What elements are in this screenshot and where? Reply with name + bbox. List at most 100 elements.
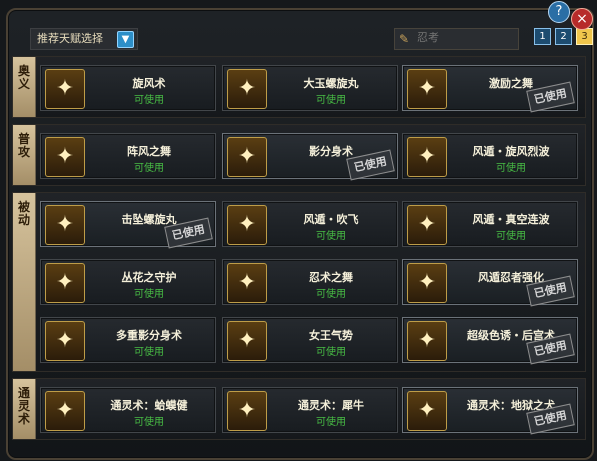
dancer-icon: ✦: [407, 69, 447, 109]
icon-glyph: ✦: [237, 144, 257, 169]
talent-card[interactable]: ✦ 通灵术：犀牛 可使用: [222, 387, 398, 433]
icon-glyph: ✦: [417, 398, 437, 423]
talent-card[interactable]: ✦ 风遁・吹飞可使用: [222, 201, 398, 247]
icon-glyph: ✦: [417, 328, 437, 353]
icon-glyph: ✦: [55, 328, 75, 353]
talent-card[interactable]: ✦ 激励之舞 已使用: [402, 65, 578, 113]
icon-glyph: ✦: [417, 144, 437, 169]
close-icon[interactable]: ×: [571, 8, 593, 30]
icon-glyph: ✦: [237, 398, 257, 423]
brush-icon: ✎: [399, 32, 410, 46]
icon-glyph: ✦: [55, 212, 75, 237]
talent-name: 通灵术：犀牛: [298, 399, 364, 412]
talent-section: 通灵术 ✦ 通灵术：蛤蟆健 可使用 ✦ 通灵术：犀牛 可使用 ✦ 通灵术：地狱之犬 已使用: [12, 378, 586, 440]
wind-rune-icon: ✦: [407, 263, 447, 303]
talent-status: 可使用: [316, 347, 346, 358]
cat-guardian-icon: ✦: [45, 263, 85, 303]
talent-name: 丛花之守护: [121, 271, 177, 284]
talent-card[interactable]: ✦ 忍术之舞可使用: [222, 259, 398, 305]
talent-name: 风遁・吹飞: [303, 213, 359, 226]
slash-icon: ✦: [407, 137, 447, 177]
icon-glyph: ✦: [55, 398, 75, 423]
icon-glyph: ✦: [417, 270, 437, 295]
talent-card[interactable]: ✦ 丛花之守护可使用: [40, 259, 216, 305]
section-label: 被动: [13, 193, 36, 371]
talent-card[interactable]: ✦ 多重影分身术 可使用: [40, 317, 216, 363]
talent-card[interactable]: ✦ 通灵术：蛤蟆健 可使用: [40, 387, 216, 433]
icon-glyph: ✦: [55, 270, 75, 295]
chevron-down-icon[interactable]: ▼: [117, 31, 134, 48]
talent-name: 多重影分身术: [116, 329, 182, 342]
talent-section: 被动 ✦ 击坠螺旋丸 已使用 ✦ 风遁・吹飞 可使用 ✦ 风遁・真空连波 可使用 ✦ 丛花之守护 可使用…: [12, 192, 586, 372]
top-toolbar: 推荐天赋选择 ▼ ✎ 1 2 3: [20, 20, 593, 50]
talent-card[interactable]: ✦ 风遁忍者强化 已使用: [402, 259, 578, 307]
talent-status: 可使用: [134, 95, 164, 106]
talent-status: 可使用: [134, 417, 164, 428]
talent-status: 可使用: [134, 289, 164, 300]
talent-card[interactable]: ✦ 旋风术可使用: [40, 65, 216, 111]
talent-card[interactable]: ✦ 击坠螺旋丸 已使用: [40, 201, 216, 249]
scroll-icon: ✦: [227, 263, 267, 303]
talent-card[interactable]: ✦ 风遁・旋风烈波 可使用: [402, 133, 578, 179]
clones-icon: ✦: [227, 137, 267, 177]
talent-status: 可使用: [316, 95, 346, 106]
icon-glyph: ✦: [55, 144, 75, 169]
dropdown-label: 推荐天赋选择: [37, 32, 103, 45]
page-button-1[interactable]: 1: [534, 28, 551, 45]
icon-glyph: ✦: [417, 212, 437, 237]
talent-name: 通灵术：蛤蟆健: [110, 399, 188, 412]
talent-name: 忍术之舞: [309, 271, 353, 284]
talent-status: 可使用: [134, 347, 164, 358]
section-label-text: 通灵术: [17, 386, 30, 426]
talent-card[interactable]: ✦ 超级色诱・后宫术 已使用: [402, 317, 578, 365]
harem-icon: ✦: [407, 321, 447, 361]
section-label: 通灵术: [13, 379, 36, 439]
page-button-2[interactable]: 2: [555, 28, 572, 45]
section-label: 奥义: [13, 57, 36, 117]
talent-section: 奥义 ✦ 旋风术可使用 ✦ 大玉螺旋丸可使用 ✦ 激励之舞 已使用: [12, 56, 586, 118]
icon-glyph: ✦: [417, 76, 437, 101]
talent-card[interactable]: ✦ 通灵术：地狱之犬 已使用: [402, 387, 578, 435]
talent-status: 可使用: [316, 417, 346, 428]
talent-status: 可使用: [316, 289, 346, 300]
icon-glyph: ✦: [237, 270, 257, 295]
wave-icon: ✦: [407, 205, 447, 245]
talent-name: 大玉螺旋丸: [303, 77, 359, 90]
icon-glyph: ✦: [237, 76, 257, 101]
talent-name: 风遁・旋风烈波: [472, 145, 550, 158]
talent-card[interactable]: ✦ 风遁・真空连波 可使用: [402, 201, 578, 247]
wind-swirl-icon: ✦: [45, 137, 85, 177]
section-label-text: 普攻: [17, 132, 30, 159]
hellhound-icon: ✦: [407, 391, 447, 431]
section-label-text: 被动: [17, 200, 30, 227]
glowing-orb-icon: ✦: [45, 205, 85, 245]
talent-name: 风遁・真空连波: [472, 213, 550, 226]
crowd-clone-icon: ✦: [45, 321, 85, 361]
talent-section: 普攻 ✦ 阵风之舞 可使用 ✦ 影分身术 已使用 ✦ 风遁・旋风烈波 可使用: [12, 124, 586, 186]
tornado-icon: ✦: [45, 69, 85, 109]
talent-status: 可使用: [496, 163, 526, 174]
page-button-3[interactable]: 3: [576, 28, 593, 45]
help-icon[interactable]: ?: [548, 1, 570, 23]
icon-glyph: ✦: [237, 328, 257, 353]
talent-card[interactable]: ✦ 大玉螺旋丸可使用: [222, 65, 398, 111]
rhino-icon: ✦: [227, 391, 267, 431]
talent-search-box[interactable]: ✎: [394, 28, 519, 50]
talent-card[interactable]: ✦ 女王气势 可使用: [222, 317, 398, 363]
queen-icon: ✦: [227, 321, 267, 361]
talent-name: 旋风术: [132, 77, 166, 90]
recommended-talent-dropdown[interactable]: 推荐天赋选择 ▼: [30, 28, 138, 50]
talent-name: 阵风之舞: [127, 145, 171, 158]
vortex-icon: ✦: [227, 69, 267, 109]
talent-status: 可使用: [134, 163, 164, 174]
talent-card[interactable]: ✦ 阵风之舞可使用: [40, 133, 216, 179]
talent-status: 可使用: [316, 231, 346, 242]
toad-icon: ✦: [45, 391, 85, 431]
section-label: 普攻: [13, 125, 36, 185]
talent-search-input[interactable]: [417, 30, 513, 46]
icon-glyph: ✦: [55, 76, 75, 101]
fan-icon: ✦: [227, 205, 267, 245]
icon-glyph: ✦: [237, 212, 257, 237]
section-label-text: 奥义: [17, 64, 30, 91]
talent-card[interactable]: ✦ 影分身术 已使用: [222, 133, 398, 181]
